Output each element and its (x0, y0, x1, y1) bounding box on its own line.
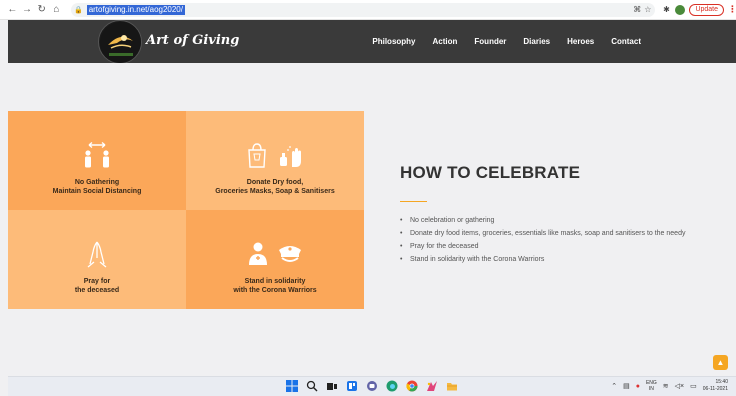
task-view-icon[interactable] (326, 380, 338, 392)
list-item: Pray for the deceased (400, 240, 730, 253)
main-content: No Gathering Maintain Social Distancing (8, 63, 736, 370)
tile-solidarity: Stand in solidarity with the Corona Warr… (186, 210, 364, 309)
extensions-icon[interactable]: ✱ (661, 5, 671, 15)
list-item: No celebration or gathering (400, 214, 730, 227)
paint-icon[interactable] (426, 380, 438, 392)
clock-date: 06-11-2021 (702, 386, 728, 392)
browser-menu-icon[interactable]: ⋮ (728, 4, 736, 15)
reload-icon[interactable]: ↻ (35, 3, 48, 17)
chat-icon[interactable] (366, 380, 378, 392)
region-code: IN (648, 386, 654, 392)
network-display-icon[interactable]: ▤ (623, 382, 630, 390)
nav-philosophy[interactable]: Philosophy (372, 37, 415, 46)
address-bar[interactable]: 🔒 artofgiving.in.net/aog2020/ ⌘ ☆ (70, 2, 656, 17)
grocery-bag-icon (248, 143, 266, 168)
profile-avatar[interactable] (675, 4, 686, 15)
celebration-grid: No Gathering Maintain Social Distancing (8, 111, 364, 309)
start-icon[interactable] (286, 380, 298, 392)
chrome-icon[interactable] (406, 380, 418, 392)
tile-label-line1: Pray for (83, 278, 111, 285)
tile-label-line2: with the Corona Warriors (233, 287, 317, 294)
tile-label-line1: Donate Dry food, (246, 179, 304, 186)
list-item: Donate dry food items, groceries, essent… (400, 227, 730, 240)
app-tray-icon[interactable]: ● (636, 383, 640, 390)
update-button[interactable]: Update (689, 3, 725, 16)
bookmark-star-icon[interactable]: ☆ (644, 5, 651, 14)
back-icon[interactable]: ← (6, 3, 19, 17)
chevron-up-icon: ▲ (716, 358, 725, 367)
forward-icon[interactable]: → (21, 3, 34, 17)
browser-toolbar: ← → ↻ ⌂ 🔒 artofgiving.in.net/aog2020/ ⌘ … (0, 0, 736, 20)
clock[interactable]: 15:40 06-11-2021 (703, 379, 728, 393)
section-title: HOW TO CELEBRATE (400, 163, 581, 182)
language-indicator[interactable]: ENG IN (646, 380, 657, 392)
main-nav: Philosophy Action Founder Diaries Heroes… (372, 20, 641, 63)
qr-icon[interactable]: ⌘ (633, 5, 641, 14)
edge-icon[interactable] (386, 380, 398, 392)
site-header: Art of Giving Philosophy Action Founder … (8, 20, 736, 64)
doctor-icon (249, 242, 267, 265)
os-taskbar: ⌃ ▤ ● ENG IN ≋ ◁× ▭ 15:40 06-11-2021 (8, 376, 736, 396)
tile-pray: Pray for the deceased (8, 210, 186, 309)
how-to-celebrate-section: HOW TO CELEBRATE No celebration or gathe… (400, 163, 730, 266)
search-icon[interactable] (306, 380, 318, 392)
nav-diaries[interactable]: Diaries (523, 37, 550, 46)
tile-label-line2: the deceased (74, 287, 120, 294)
brand-name[interactable]: Art of Giving (146, 33, 239, 48)
tile-label-line1: No Gathering (74, 179, 120, 186)
lock-icon: 🔒 (74, 6, 84, 14)
file-explorer-icon[interactable] (446, 380, 458, 392)
chevron-up-icon[interactable]: ⌃ (611, 382, 617, 390)
celebrate-list: No celebration or gathering Donate dry f… (400, 214, 730, 266)
battery-icon[interactable]: ▭ (690, 382, 697, 390)
sanitiser-hand-icon (280, 146, 301, 167)
scroll-top-button[interactable]: ▲ (713, 355, 728, 370)
tile-no-gathering: No Gathering Maintain Social Distancing (8, 111, 186, 210)
nav-heroes[interactable]: Heroes (567, 37, 594, 46)
police-cap-icon (279, 246, 301, 262)
tile-label-line2: Maintain Social Distancing (52, 188, 142, 195)
nav-founder[interactable]: Founder (474, 37, 506, 46)
pray-icon (87, 241, 107, 268)
nav-contact[interactable]: Contact (611, 37, 641, 46)
home-icon[interactable]: ⌂ (50, 3, 63, 17)
list-item: Stand in solidarity with the Corona Warr… (400, 253, 730, 266)
widgets-icon[interactable] (346, 380, 358, 392)
tile-donate: Donate Dry food, Groceries Masks, Soap &… (186, 111, 364, 210)
nav-action[interactable]: Action (433, 37, 458, 46)
tile-label-line1: Stand in solidarity (244, 278, 306, 285)
clock-time: 15:40 (715, 379, 728, 385)
tile-label-line2: Groceries Masks, Soap & Sanitisers (215, 188, 335, 195)
url-text[interactable]: artofgiving.in.net/aog2020/ (86, 4, 185, 15)
wifi-icon[interactable]: ≋ (663, 382, 669, 390)
site-logo[interactable] (98, 20, 142, 64)
volume-icon[interactable]: ◁× (675, 382, 684, 390)
social-distance-icon (85, 141, 109, 168)
title-divider (400, 201, 427, 202)
